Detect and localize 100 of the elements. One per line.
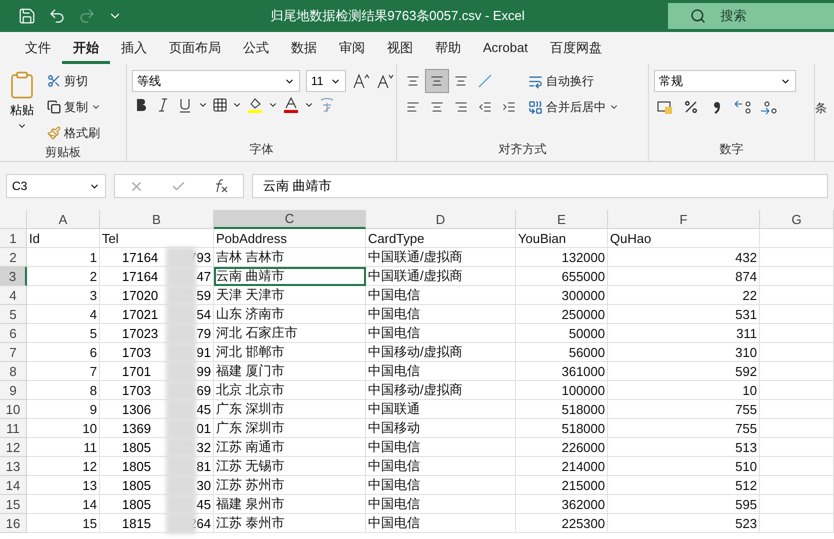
table-cell[interactable]: 山东 济南市 [214, 305, 366, 324]
column-header[interactable]: B [100, 210, 214, 229]
table-cell: 523 [608, 514, 760, 533]
function-icon[interactable] [213, 179, 230, 193]
row-header[interactable]: 11 [0, 419, 27, 438]
table-cell[interactable]: 江苏 无锡市 [214, 457, 366, 476]
copy-button[interactable]: 复制 [45, 96, 103, 118]
table-cell: 中国联通/虚拟商 [366, 248, 516, 267]
row-header[interactable]: 3 [0, 267, 27, 286]
table-cell[interactable]: 福建 泉州市 [214, 495, 366, 514]
table-cell[interactable]: 天津 天津市 [214, 286, 366, 305]
table-cell[interactable]: 广东 深圳市 [214, 400, 366, 419]
copy-icon [47, 100, 61, 114]
row-header[interactable]: 10 [0, 400, 27, 419]
row-header[interactable]: 14 [0, 476, 27, 495]
table-cell: 1701 [122, 364, 151, 378]
table-cell: 361000 [516, 362, 608, 381]
table-cell: 13 [27, 476, 100, 495]
merge-icon [528, 100, 543, 114]
table-cell: 11 [27, 438, 100, 457]
table-cell[interactable]: 云南 曲靖市 [214, 267, 366, 286]
decrease-font-icon[interactable] [376, 73, 394, 89]
column-header[interactable]: G [760, 210, 834, 229]
row-header[interactable]: 7 [0, 343, 27, 362]
table-cell: 1 [27, 248, 100, 267]
table-cell[interactable]: 河北 邯郸市 [214, 343, 366, 362]
ribbon-tab[interactable]: 数据 [280, 32, 328, 64]
ribbon-tab[interactable]: 百度网盘 [538, 32, 613, 64]
ribbon-tab[interactable]: Acrobat [472, 34, 539, 62]
table-cell: 214000 [516, 457, 608, 476]
row-header[interactable]: 8 [0, 362, 27, 381]
paintbrush-icon [47, 126, 61, 140]
formula-field[interactable]: 云南 曲靖市 [252, 174, 828, 198]
paste-button[interactable]: 粘贴 [5, 70, 39, 144]
increase-font-icon[interactable] [352, 73, 370, 89]
borders-icon[interactable] [212, 97, 228, 113]
table-cell: 17020 [122, 288, 158, 302]
undo-icon[interactable] [48, 7, 66, 25]
table-cell[interactable]: 江苏 苏州市 [214, 476, 366, 495]
format-painter-button[interactable]: 格式刷 [45, 122, 103, 144]
ribbon-tab[interactable]: 审阅 [328, 32, 376, 64]
align-left-icon [406, 100, 420, 114]
table-cell[interactable]: 江苏 南通市 [214, 438, 366, 457]
table-cell[interactable]: 广东 深圳市 [214, 419, 366, 438]
table-cell: 50000 [516, 324, 608, 343]
column-header[interactable]: A [27, 210, 100, 229]
row-header[interactable]: 15 [0, 495, 27, 514]
table-cell: 100000 [516, 381, 608, 400]
save-icon[interactable] [18, 7, 36, 25]
row-header[interactable]: 2 [0, 248, 27, 267]
number-format-dropdown[interactable]: 常规 [654, 70, 796, 92]
table-cell[interactable]: 江苏 泰州市 [214, 514, 366, 533]
ribbon-tab[interactable]: 视图 [376, 32, 424, 64]
table-cell[interactable]: 河北 石家庄市 [214, 324, 366, 343]
table-cell[interactable]: 吉林 吉林市 [214, 248, 366, 267]
column-header[interactable]: D [366, 210, 516, 229]
table-cell[interactable]: 北京 北京市 [214, 381, 366, 400]
column-header[interactable]: C [214, 210, 366, 229]
table-cell: 531 [608, 305, 760, 324]
search-field[interactable]: 搜索 [668, 3, 834, 29]
middle-align-button[interactable] [426, 70, 448, 92]
font-name-dropdown[interactable]: 等线 [132, 70, 300, 92]
row-header[interactable]: 5 [0, 305, 27, 324]
table-cell: 225300 [516, 514, 608, 533]
row-header[interactable]: 4 [0, 286, 27, 305]
row-header[interactable]: 9 [0, 381, 27, 400]
merge-center-button[interactable]: 合并后居中 [526, 96, 621, 118]
column-header[interactable]: F [608, 210, 760, 229]
table-cell: 中国电信 [366, 324, 516, 343]
font-color-icon[interactable] [282, 96, 300, 114]
table-cell[interactable]: 福建 厦门市 [214, 362, 366, 381]
font-size-dropdown[interactable]: 11 [306, 70, 346, 92]
table-cell: 510 [608, 457, 760, 476]
ribbon-tab[interactable]: 插入 [110, 32, 158, 64]
cut-button[interactable]: 剪切 [45, 70, 103, 92]
table-cell: 79 [196, 326, 211, 340]
column-header[interactable]: E [516, 210, 608, 229]
align-icon [454, 74, 468, 88]
table-cell: 中国电信 [366, 286, 516, 305]
row-header[interactable]: 6 [0, 324, 27, 343]
row-header[interactable]: 13 [0, 457, 27, 476]
table-cell: 1703 [122, 344, 151, 360]
row-header[interactable]: 16 [0, 514, 27, 533]
ribbon-tab[interactable]: 页面布局 [158, 32, 232, 64]
table-cell: 300000 [516, 286, 608, 305]
indent-icon [502, 100, 516, 114]
ribbon-tab[interactable]: 帮助 [424, 32, 472, 64]
table-cell: 45 [196, 402, 211, 416]
table-cell: 99 [196, 364, 211, 378]
table-cell: PobAddress [214, 229, 366, 248]
table-cell: 中国电信 [366, 362, 516, 381]
wrap-text-button[interactable]: 自动换行 [526, 70, 621, 92]
row-header[interactable]: 1 [0, 229, 27, 248]
decimal-icon [733, 99, 753, 115]
row-header[interactable]: 12 [0, 438, 27, 457]
ribbon-tab[interactable]: 文件 [14, 32, 62, 64]
name-box[interactable]: C3 [6, 174, 106, 198]
ribbon-tab[interactable]: 公式 [232, 32, 280, 64]
fill-color-icon[interactable] [246, 96, 264, 114]
table-cell: 4 [27, 305, 100, 324]
